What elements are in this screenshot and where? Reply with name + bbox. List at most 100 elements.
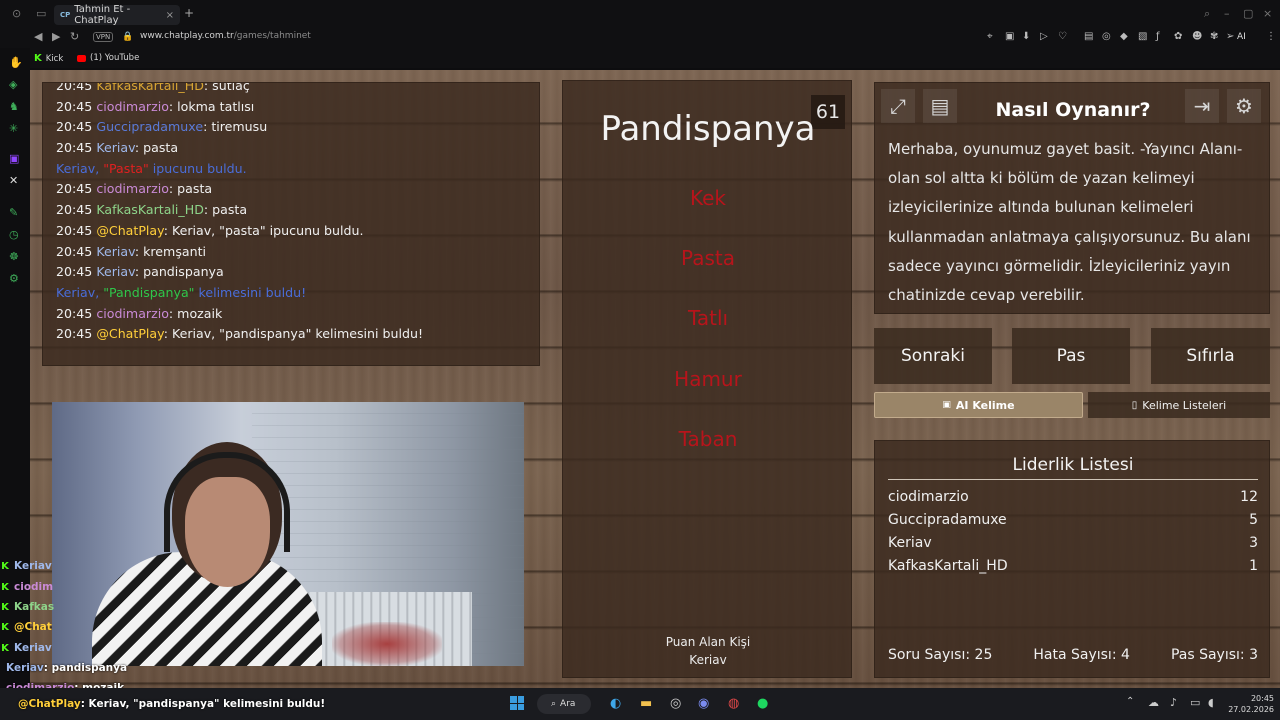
system-clock[interactable]: 20:45 27.02.2026 <box>1226 693 1274 715</box>
taskbar: @ChatPlay : Keriav, "pandispanya" kelime… <box>0 688 1280 720</box>
volume-icon[interactable]: ◖ <box>1208 696 1214 709</box>
chat-line: 20:45 @ChatPlay: Keriav, "pandispanya" k… <box>56 326 424 342</box>
browser-tab[interactable]: CP Tahmin Et - ChatPlay × <box>54 4 180 26</box>
folder-icon[interactable]: ▬ <box>640 696 652 711</box>
browser-tab-bar: ⊙ ▭ CP Tahmin Et - ChatPlay × + ⌕ – ▢ × <box>0 0 1280 28</box>
kick-icon: K <box>1 621 9 633</box>
download-icon[interactable]: ⬇ <box>1022 31 1030 42</box>
pin-icon[interactable]: ⌖ <box>987 31 993 42</box>
clipboard-icon: ▯ <box>1131 399 1138 411</box>
minimize-icon[interactable]: – <box>1224 7 1230 20</box>
url-field[interactable]: www.chatplay.com.tr/games/tahminet <box>140 31 311 41</box>
forbidden-word: Kek <box>689 186 726 210</box>
kick-icon: K <box>1 581 9 593</box>
leaderboard-row: ciodimarzio 12 <box>888 489 1258 505</box>
how-to-play-panel: ⤢ ▤ Nasıl Oynanır? ⇥ ⚙ Merhaba, oyunumuz… <box>874 82 1270 314</box>
clock-time: 20:45 <box>1250 694 1274 703</box>
extension-1-icon[interactable]: ▤ <box>1084 31 1093 42</box>
overlay-chat-line: @ChatPlay : Keriav, "pandispanya" kelime… <box>18 698 326 710</box>
extension-6-icon[interactable]: ✿ <box>1174 31 1182 42</box>
browser-app-icon[interactable]: ◎ <box>670 696 681 711</box>
sidebar-brush-icon[interactable]: ✎ <box>9 206 18 219</box>
discord-icon[interactable]: ◉ <box>698 696 709 711</box>
scorer-name: Keriav <box>689 653 727 667</box>
chat-line: 20:45 ciodimarzio: lokma tatlısı <box>56 98 255 114</box>
target-word: Pandispanya <box>600 109 816 149</box>
bookmark-youtube[interactable]: (1) YouTube <box>77 53 139 63</box>
more-icon[interactable]: ⋮ <box>1266 31 1276 42</box>
edge-icon[interactable]: ◐ <box>610 696 621 711</box>
sidebar-star-icon[interactable]: ✳ <box>9 122 18 135</box>
menu-icon[interactable]: ⊙ <box>12 7 21 20</box>
extension-5-icon[interactable]: ƒ <box>1156 31 1160 42</box>
ai-label[interactable]: AI <box>1237 32 1246 42</box>
ai-word-button[interactable]: ▣ AI Kelime <box>874 392 1083 418</box>
extension-7-icon[interactable]: ✾ <box>1210 31 1218 42</box>
extension-3-icon[interactable]: ◆ <box>1120 31 1128 42</box>
avatar[interactable]: ☻ <box>1192 31 1202 42</box>
robot-icon: ▣ <box>942 400 951 410</box>
chat-system-line: Keriav, "Pandispanya" kelimesini buldu! <box>56 284 307 300</box>
sidebar-settings-icon[interactable]: ⚙ <box>9 272 19 285</box>
tab-favicon: CP <box>60 11 71 19</box>
network-icon[interactable]: ▭ <box>1190 696 1200 709</box>
vpn-badge[interactable]: VPN <box>93 32 114 42</box>
maximize-icon[interactable]: ▢ <box>1243 7 1253 20</box>
kick-icon: K <box>1 601 9 613</box>
leaderboard-panel: Liderlik Listesi ciodimarzio 12 Gucciprad… <box>874 440 1270 678</box>
new-tab-icon[interactable]: + <box>184 6 194 20</box>
exit-button[interactable]: ⇥ <box>1185 89 1219 123</box>
search-icon[interactable]: ⌕ <box>1204 7 1210 21</box>
sidebar-bag-icon[interactable]: ♞ <box>9 100 19 113</box>
send-icon[interactable]: ➢ <box>1226 31 1234 42</box>
sidebar-hand-icon[interactable]: ✋ <box>9 56 23 69</box>
forbidden-word: Taban <box>678 427 738 451</box>
youtube-icon <box>77 54 86 62</box>
microphone-icon[interactable]: ♪ <box>1170 696 1177 709</box>
play-icon[interactable]: ▷ <box>1040 31 1048 42</box>
overlay-chat-line: Keriav : pandispanya <box>6 662 128 674</box>
sidebar-twitch-icon[interactable]: ▣ <box>9 152 19 165</box>
settings-button[interactable]: ⚙ <box>1227 89 1261 123</box>
tab-list-icon[interactable]: ▭ <box>36 7 46 20</box>
reset-button[interactable]: Sıfırla <box>1151 328 1270 384</box>
overlay-kick-line: K Keriav <box>1 642 52 654</box>
bookmarks-bar: K Kick (1) YouTube <box>0 48 1280 68</box>
forward-icon[interactable]: ▶ <box>52 30 60 43</box>
chat-line: 20:45 Keriav: pandispanya <box>56 264 224 280</box>
question-count: Soru Sayısı: 25 <box>888 647 993 663</box>
windows-start-icon[interactable] <box>510 696 524 710</box>
extension-2-icon[interactable]: ◎ <box>1102 31 1111 42</box>
extension-4-icon[interactable]: ▧ <box>1138 31 1147 42</box>
reload-icon[interactable]: ↻ <box>70 30 79 43</box>
tab-title: Tahmin Et - ChatPlay <box>74 4 131 26</box>
close-tab-icon[interactable]: × <box>166 10 174 21</box>
leaderboard-row: Keriav 3 <box>888 535 1258 551</box>
back-icon[interactable]: ◀ <box>34 30 42 43</box>
close-window-icon[interactable]: × <box>1263 7 1272 20</box>
sidebar-compass-icon[interactable]: ◈ <box>9 78 17 91</box>
sidebar-x-icon[interactable]: ✕ <box>9 174 18 187</box>
snapshot-icon[interactable]: ▣ <box>1005 31 1014 42</box>
scorer-label: Puan Alan Kişi <box>665 635 751 649</box>
pass-button[interactable]: Pas <box>1012 328 1130 384</box>
spotify-icon[interactable]: ● <box>757 696 768 711</box>
chat-line: 20:45 KafkasKartali_HD: sütlaç <box>56 82 250 93</box>
sidebar-bug-icon[interactable]: ☸ <box>9 250 19 263</box>
chat-line: 20:45 KafkasKartali_HD: pasta <box>56 202 248 218</box>
next-button[interactable]: Sonraki <box>874 328 992 384</box>
chevron-up-icon[interactable]: ⌃ <box>1126 696 1134 707</box>
word-lists-button[interactable]: ▯ Kelime Listeleri <box>1088 392 1270 418</box>
kick-icon: K <box>34 53 42 64</box>
chat-line: 20:45 @ChatPlay: Keriav, "pasta" ipucunu… <box>56 222 364 238</box>
heart-icon[interactable]: ♡ <box>1058 31 1067 42</box>
forbidden-word: Pasta <box>681 246 735 270</box>
tray-app-icon[interactable]: ☁ <box>1148 696 1159 709</box>
leaderboard-row: Guccipradamuxe 5 <box>888 512 1258 528</box>
overlay-kick-line: K @Chat <box>1 621 52 633</box>
taskbar-search[interactable]: ⌕ Ara <box>537 694 591 714</box>
url-path: /games/tahminet <box>233 31 311 41</box>
app-icon[interactable]: ◍ <box>728 696 739 711</box>
bookmark-kick[interactable]: K Kick <box>34 53 63 64</box>
sidebar-clock-icon[interactable]: ◷ <box>9 228 19 241</box>
